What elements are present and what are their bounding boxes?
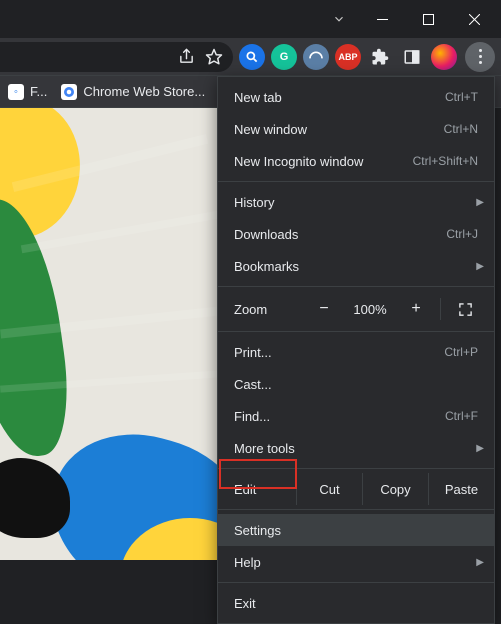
menu-print[interactable]: Print... Ctrl+P (218, 336, 494, 368)
page-content (0, 108, 218, 560)
omnibox[interactable] (0, 42, 233, 72)
menu-downloads[interactable]: Downloads Ctrl+J (218, 218, 494, 250)
menu-label: Find... (234, 409, 270, 424)
menu-find[interactable]: Find... Ctrl+F (218, 400, 494, 432)
bookmark-star-icon[interactable] (205, 48, 223, 66)
bookmark-label: F... (30, 84, 47, 99)
zoom-value: 100% (344, 302, 396, 317)
menu-new-incognito[interactable]: New Incognito window Ctrl+Shift+N (218, 145, 494, 177)
share-icon[interactable] (178, 48, 195, 65)
minimize-button[interactable] (359, 4, 405, 34)
extension-vpn-icon[interactable] (303, 44, 329, 70)
chrome-menu-button[interactable] (465, 42, 495, 72)
window-titlebar (0, 0, 501, 38)
menu-label: Print... (234, 345, 272, 360)
edit-label: Edit (218, 482, 296, 497)
edit-cut-button[interactable]: Cut (296, 473, 362, 505)
menu-accelerator: Ctrl+J (446, 227, 478, 241)
side-panel-button[interactable] (399, 44, 425, 70)
menu-separator (218, 331, 494, 332)
menu-accelerator: Ctrl+N (444, 122, 478, 136)
menu-label: Exit (234, 596, 256, 611)
bookmark-item[interactable]: ◦ F... (8, 84, 47, 100)
menu-settings[interactable]: Settings (218, 514, 494, 546)
menu-label: New Incognito window (234, 154, 363, 169)
submenu-arrow-icon: ▶ (476, 443, 484, 454)
menu-accelerator: Ctrl+F (445, 409, 478, 423)
menu-label: Bookmarks (234, 259, 299, 274)
menu-label: History (234, 195, 274, 210)
menu-accelerator: Ctrl+T (445, 90, 478, 104)
zoom-in-button[interactable]: + (396, 300, 436, 318)
bookmark-favicon (61, 84, 77, 100)
menu-separator (218, 286, 494, 287)
bookmark-favicon: ◦ (8, 84, 24, 100)
menu-label: Settings (234, 523, 281, 538)
menu-label: New tab (234, 90, 282, 105)
chrome-menu: New tab Ctrl+T New window Ctrl+N New Inc… (217, 76, 495, 624)
maximize-button[interactable] (405, 4, 451, 34)
menu-accelerator: Ctrl+P (444, 345, 478, 359)
menu-new-window[interactable]: New window Ctrl+N (218, 113, 494, 145)
menu-history[interactable]: History ▶ (218, 186, 494, 218)
divider (440, 298, 441, 320)
tab-search-button[interactable] (319, 4, 359, 34)
menu-separator (218, 509, 494, 510)
menu-label: Help (234, 555, 261, 570)
close-button[interactable] (451, 4, 497, 34)
menu-label: Downloads (234, 227, 298, 242)
menu-help[interactable]: Help ▶ (218, 546, 494, 578)
menu-label: Cast... (234, 377, 272, 392)
zoom-out-button[interactable]: − (304, 300, 344, 318)
extensions-button[interactable] (367, 44, 393, 70)
extension-search-icon[interactable] (239, 44, 265, 70)
edit-paste-button[interactable]: Paste (428, 473, 494, 505)
menu-new-tab[interactable]: New tab Ctrl+T (218, 81, 494, 113)
fullscreen-button[interactable] (445, 302, 485, 317)
extension-abp-icon[interactable]: ABP (335, 44, 361, 70)
extension-grammarly-icon[interactable]: G (271, 44, 297, 70)
menu-label: New window (234, 122, 307, 137)
menu-cast[interactable]: Cast... (218, 368, 494, 400)
bookmark-label: Chrome Web Store... (83, 84, 205, 99)
browser-toolbar: G ABP (0, 38, 501, 76)
menu-separator (218, 582, 494, 583)
menu-separator (218, 468, 494, 469)
menu-label: More tools (234, 441, 295, 456)
menu-separator (218, 181, 494, 182)
profile-avatar[interactable] (431, 44, 457, 70)
menu-edit-row: Edit Cut Copy Paste (218, 473, 494, 505)
menu-bookmarks[interactable]: Bookmarks ▶ (218, 250, 494, 282)
zoom-label: Zoom (234, 302, 304, 317)
menu-zoom-row: Zoom − 100% + (218, 291, 494, 327)
bookmark-item[interactable]: Chrome Web Store... (61, 84, 205, 100)
menu-more-tools[interactable]: More tools ▶ (218, 432, 494, 464)
submenu-arrow-icon: ▶ (476, 261, 484, 272)
menu-accelerator: Ctrl+Shift+N (413, 154, 478, 168)
menu-exit[interactable]: Exit (218, 587, 494, 619)
edit-copy-button[interactable]: Copy (362, 473, 428, 505)
submenu-arrow-icon: ▶ (476, 557, 484, 568)
submenu-arrow-icon: ▶ (476, 197, 484, 208)
